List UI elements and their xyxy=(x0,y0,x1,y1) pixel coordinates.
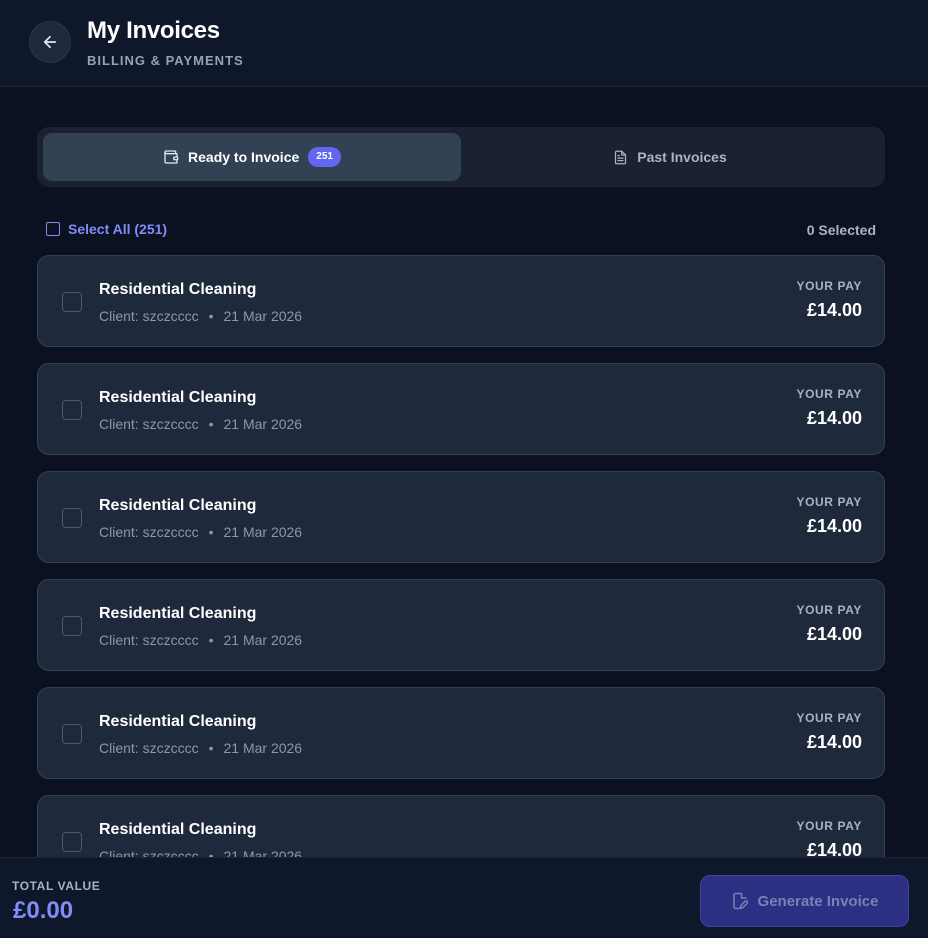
job-client: Client: szczcccc xyxy=(99,632,199,648)
page-title: My Invoices xyxy=(87,17,220,44)
tab-ready-to-invoice[interactable]: Ready to Invoice 251 xyxy=(43,133,461,181)
job-checkbox[interactable] xyxy=(62,724,82,744)
pay-amount: £14.00 xyxy=(806,408,862,428)
job-client: Client: szczcccc xyxy=(99,416,199,432)
job-card[interactable]: Residential Cleaning Client: szczcccc • … xyxy=(37,579,885,671)
tab-label: Past Invoices xyxy=(637,149,727,165)
job-date: 21 Mar 2026 xyxy=(223,848,303,857)
arrow-left-icon xyxy=(43,35,57,49)
generate-invoice-label: Generate Invoice xyxy=(757,892,879,910)
job-date: 21 Mar 2026 xyxy=(223,740,303,756)
invoice-tabs: Ready to Invoice 251 Past Invoices xyxy=(37,127,885,187)
job-title: Residential Cleaning xyxy=(99,605,257,622)
job-client: Client: szczcccc xyxy=(99,848,199,857)
page-header: My Invoices BILLING & PAYMENTS xyxy=(0,0,928,87)
pay-amount: £14.00 xyxy=(806,300,862,320)
job-card[interactable]: Residential Cleaning Client: szczcccc • … xyxy=(37,795,885,857)
job-meta: Client: szczcccc • 21 Mar 2026 xyxy=(99,848,302,857)
pay-amount: £14.00 xyxy=(806,732,862,752)
select-all-checkbox[interactable] xyxy=(46,222,60,236)
pay-amount: £14.00 xyxy=(806,624,862,644)
pay-amount: £14.00 xyxy=(806,840,862,857)
job-card[interactable]: Residential Cleaning Client: szczcccc • … xyxy=(37,255,885,347)
count-badge: 251 xyxy=(308,147,341,167)
edit-icon xyxy=(732,892,748,910)
pay-amount: £14.00 xyxy=(806,516,862,536)
meta-separator: • xyxy=(208,632,214,648)
wallet-icon xyxy=(164,150,179,164)
job-card[interactable]: Residential Cleaning Client: szczcccc • … xyxy=(37,687,885,779)
pay-label: YOUR PAY xyxy=(796,279,862,293)
job-meta: Client: szczcccc • 21 Mar 2026 xyxy=(99,308,302,324)
tab-label: Ready to Invoice xyxy=(188,149,300,165)
job-date: 21 Mar 2026 xyxy=(223,524,303,540)
job-card[interactable]: Residential Cleaning Client: szczcccc • … xyxy=(37,363,885,455)
job-meta: Client: szczcccc • 21 Mar 2026 xyxy=(99,632,302,648)
job-title: Residential Cleaning xyxy=(99,389,257,406)
meta-separator: • xyxy=(208,740,214,756)
meta-separator: • xyxy=(208,416,214,432)
document-icon xyxy=(615,150,627,164)
job-list: Residential Cleaning Client: szczcccc • … xyxy=(37,255,885,857)
job-title: Residential Cleaning xyxy=(99,497,257,514)
meta-separator: • xyxy=(208,308,214,324)
job-client: Client: szczcccc xyxy=(99,308,199,324)
footer-bar: TOTAL VALUE £0.00 Generate Invoice xyxy=(0,857,928,938)
pay-label: YOUR PAY xyxy=(796,711,862,725)
generate-invoice-button[interactable]: Generate Invoice xyxy=(700,875,909,927)
total-value: £0.00 xyxy=(13,897,74,924)
job-card[interactable]: Residential Cleaning Client: szczcccc • … xyxy=(37,471,885,563)
page-subtitle: BILLING & PAYMENTS xyxy=(87,53,244,68)
tab-past-invoices[interactable]: Past Invoices xyxy=(461,133,879,181)
job-meta: Client: szczcccc • 21 Mar 2026 xyxy=(99,416,302,432)
job-title: Residential Cleaning xyxy=(99,281,257,298)
job-meta: Client: szczcccc • 21 Mar 2026 xyxy=(99,740,302,756)
pay-label: YOUR PAY xyxy=(796,603,862,617)
job-checkbox[interactable] xyxy=(62,400,82,420)
job-meta: Client: szczcccc • 21 Mar 2026 xyxy=(99,524,302,540)
job-date: 21 Mar 2026 xyxy=(223,308,303,324)
job-checkbox[interactable] xyxy=(62,832,82,852)
select-all-label: Select All (251) xyxy=(68,221,168,237)
meta-separator: • xyxy=(208,848,214,857)
job-checkbox[interactable] xyxy=(62,508,82,528)
back-button[interactable] xyxy=(29,21,71,63)
job-checkbox[interactable] xyxy=(62,616,82,636)
pay-label: YOUR PAY xyxy=(796,495,862,509)
job-date: 21 Mar 2026 xyxy=(223,632,303,648)
job-client: Client: szczcccc xyxy=(99,524,199,540)
pay-label: YOUR PAY xyxy=(796,387,862,401)
job-date: 21 Mar 2026 xyxy=(223,416,303,432)
selected-count: 0 Selected xyxy=(806,222,876,238)
job-client: Client: szczcccc xyxy=(99,740,199,756)
pay-label: YOUR PAY xyxy=(796,819,862,833)
meta-separator: • xyxy=(208,524,214,540)
select-all-toggle[interactable]: Select All (251) xyxy=(46,221,167,237)
job-title: Residential Cleaning xyxy=(99,821,257,838)
job-checkbox[interactable] xyxy=(62,292,82,312)
job-title: Residential Cleaning xyxy=(99,713,257,730)
total-value-label: TOTAL VALUE xyxy=(12,879,101,893)
